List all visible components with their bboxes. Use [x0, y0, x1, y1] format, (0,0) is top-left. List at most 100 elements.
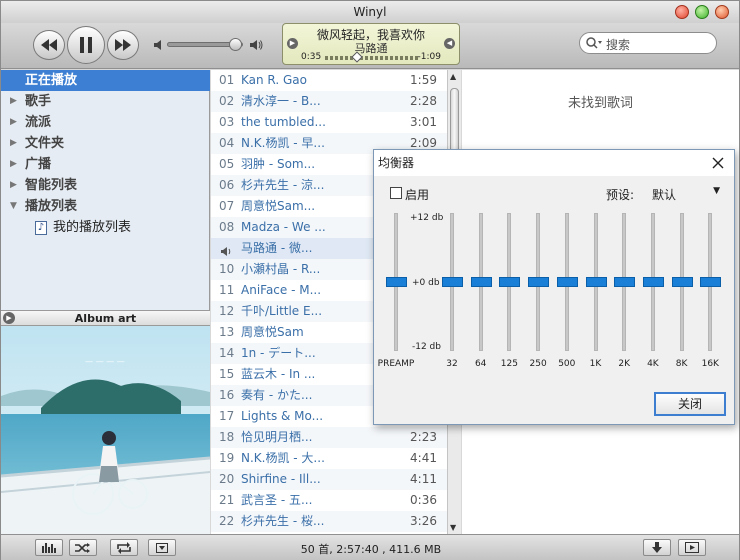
track-title: N.K.杨凯 - 大... [241, 451, 325, 465]
search-placeholder: 搜索 [606, 38, 631, 52]
search-box[interactable]: 搜索 [579, 32, 717, 54]
eq-slider-thumb[interactable] [700, 277, 722, 287]
track-title: 1n - デート... [241, 346, 316, 360]
eq-band-label: 16K [701, 359, 719, 369]
minimize-window-button[interactable] [695, 5, 709, 19]
eq-slider-thumb[interactable] [585, 277, 607, 287]
eq-slider-thumb[interactable] [470, 277, 492, 287]
track-number: 12 [219, 304, 235, 318]
eq-slider-thumb[interactable] [442, 277, 463, 287]
track-title: 恰见明月栖... [241, 430, 313, 444]
track-title: 杉卉先生 - 桜... [241, 514, 325, 528]
triangle-right-icon[interactable]: ▶ [10, 133, 17, 154]
pause-button[interactable] [67, 26, 105, 64]
scroll-to-playing-button[interactable] [643, 539, 671, 556]
next-button[interactable] [107, 30, 139, 60]
mini-player-button[interactable] [678, 539, 706, 556]
track-row[interactable]: 03 the tumbled... 3:01 [211, 112, 447, 133]
enable-label: 启用 [405, 188, 430, 202]
sidebar-item-label: 文件夹 [25, 136, 65, 151]
arrow-down-icon [652, 542, 662, 553]
track-number: 18 [219, 430, 235, 444]
sidebar-item[interactable]: ▶ 歌手 [1, 91, 210, 112]
eq-slider-thumb[interactable] [556, 277, 578, 287]
track-duration: 4:11 [410, 472, 437, 486]
eq-slider-thumb[interactable] [671, 277, 693, 287]
track-number: 15 [219, 367, 235, 381]
triangle-down-icon[interactable]: ▼ [10, 196, 17, 217]
sidebar-item[interactable]: ▼ 播放列表 [1, 196, 210, 217]
track-number: 16 [219, 388, 235, 402]
volume-slider[interactable] [167, 38, 243, 51]
lcd-right-toggle-icon[interactable]: ◀ [444, 38, 455, 49]
sidebar-item[interactable]: ▶ 广播 [1, 154, 210, 175]
lcd-left-toggle-icon[interactable]: ▶ [287, 38, 298, 49]
album-art-label: Album art [74, 312, 137, 325]
triangle-right-icon[interactable]: ▶ [10, 112, 17, 133]
rewind-icon [41, 39, 57, 51]
track-row[interactable]: 18 恰见明月栖... 2:23 [211, 427, 447, 448]
track-number: 11 [219, 283, 235, 297]
sidebar-item[interactable]: ▶ 流派 [1, 112, 210, 133]
track-row[interactable]: 20 Shirfine - Ill... 4:11 [211, 469, 447, 490]
track-duration: 3:26 [410, 514, 437, 528]
pause-icon [80, 37, 92, 53]
scale-top-label: +12 db [410, 213, 444, 223]
sidebar-item-my-playlist[interactable]: ♪ 我的播放列表 [1, 217, 210, 238]
track-title: the tumbled... [241, 115, 326, 129]
close-window-button[interactable] [675, 5, 689, 19]
track-title: Lights & Mo... [241, 409, 324, 423]
track-row[interactable]: 02 清水淳一 - B... 2:28 [211, 91, 447, 112]
triangle-right-icon[interactable]: ▶ [10, 175, 17, 196]
scroll-up-icon[interactable]: ▲ [450, 72, 456, 81]
track-row[interactable]: 22 杉卉先生 - 桜... 3:26 [211, 511, 447, 532]
remaining-time: -1:09 [417, 52, 441, 62]
track-duration: 2:23 [410, 430, 437, 444]
sidebar-item-label: 我的播放列表 [53, 220, 132, 235]
mini-player-icon [685, 542, 699, 553]
maximize-window-button[interactable] [715, 5, 729, 19]
title-bar: Winyl [1, 1, 739, 23]
album-art-header: ▶ Album art [1, 310, 210, 326]
track-duration: 4:41 [410, 451, 437, 465]
enable-checkbox[interactable] [390, 187, 402, 199]
track-row[interactable]: 01 Kan R. Gao 1:59 [211, 70, 447, 91]
search-icon [586, 37, 602, 49]
triangle-right-icon[interactable]: ▶ [10, 91, 17, 112]
track-row[interactable]: 21 武言圣 - 五... 0:36 [211, 490, 447, 511]
sidebar-item[interactable]: ▶ 文件夹 [1, 133, 210, 154]
preset-dropdown[interactable]: 默认 ▼ [650, 182, 728, 204]
volume-knob[interactable] [229, 38, 243, 51]
eq-slider-thumb[interactable] [386, 277, 407, 287]
track-number: 21 [219, 493, 235, 507]
track-duration: 2:28 [410, 94, 437, 108]
eq-slider-thumb[interactable] [499, 277, 521, 287]
sidebar-item-label: 歌手 [25, 94, 52, 109]
track-number: 05 [219, 157, 235, 171]
eq-slider-thumb[interactable] [614, 277, 636, 287]
track-duration: 1:59 [410, 73, 437, 87]
album-art-toggle-icon[interactable]: ▶ [3, 312, 15, 324]
eq-slider-thumb[interactable] [642, 277, 664, 287]
scroll-down-icon[interactable]: ▼ [450, 523, 456, 532]
track-number: 04 [219, 136, 235, 150]
eq-slider-thumb[interactable] [528, 277, 550, 287]
sidebar-item[interactable]: 正在播放 [1, 70, 210, 91]
track-title: 奏有 - かた... [241, 388, 313, 402]
track-number: 10 [219, 262, 235, 276]
track-title: 千卟/Little E... [241, 304, 323, 318]
sidebar-item-label: 播放列表 [25, 199, 78, 214]
preset-value: 默认 [652, 188, 677, 202]
close-icon[interactable] [712, 157, 724, 169]
fast-forward-icon [115, 39, 131, 51]
eq-close-button[interactable]: 关闭 [654, 392, 726, 416]
equalizer-title-bar: 均衡器 [374, 150, 734, 176]
track-title: 蓝云木 - In ... [241, 367, 316, 381]
track-row[interactable]: 19 N.K.杨凯 - 大... 4:41 [211, 448, 447, 469]
seek-bar[interactable] [325, 51, 419, 63]
track-title: AniFace - M... [241, 283, 322, 297]
source-list: 正在播放 ▶ 歌手 ▶ 流派 ▶ 文件夹 ▶ 广播 ▶ 智能列表 ▼ 播放列表 ♪ 我的播放列表 [1, 70, 210, 310]
previous-button[interactable] [33, 30, 65, 60]
sidebar-item[interactable]: ▶ 智能列表 [1, 175, 210, 196]
triangle-right-icon[interactable]: ▶ [10, 154, 17, 175]
